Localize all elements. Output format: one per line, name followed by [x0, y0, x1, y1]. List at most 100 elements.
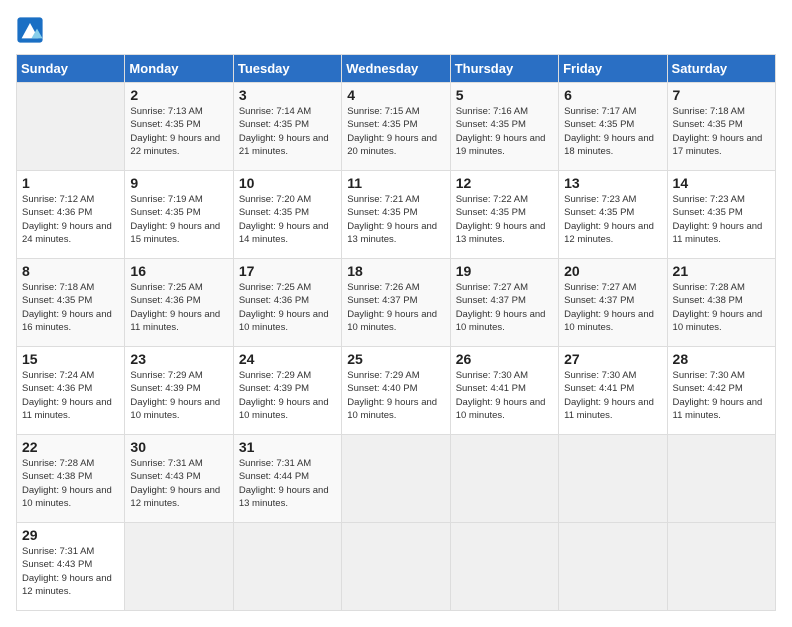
calendar-cell: 12 Sunrise: 7:22 AMSunset: 4:35 PMDayligh… — [450, 171, 558, 259]
day-number: 16 — [130, 263, 227, 279]
header-wednesday: Wednesday — [342, 55, 450, 83]
calendar-cell: 31Sunrise: 7:31 AMSunset: 4:44 PMDayligh… — [233, 435, 341, 523]
day-info: Sunrise: 7:28 AMSunset: 4:38 PMDaylight:… — [673, 281, 770, 334]
day-info: Sunrise: 7:30 AMSunset: 4:41 PMDaylight:… — [456, 369, 553, 422]
calendar-cell: 15 Sunrise: 7:24 AMSunset: 4:36 PMDayligh… — [17, 347, 125, 435]
calendar-cell: 30 Sunrise: 7:31 AMSunset: 4:43 PMDayligh… — [125, 435, 233, 523]
day-info: Sunrise: 7:12 AMSunset: 4:36 PMDaylight:… — [22, 193, 119, 246]
day-number: 26 — [456, 351, 553, 367]
calendar-cell: 18Sunrise: 7:26 AMSunset: 4:37 PMDayligh… — [342, 259, 450, 347]
day-info: Sunrise: 7:20 AMSunset: 4:35 PMDaylight:… — [239, 193, 336, 246]
day-info: Sunrise: 7:16 AMSunset: 4:35 PMDaylight:… — [456, 105, 553, 158]
calendar-cell — [667, 435, 775, 523]
calendar-cell: 5 Sunrise: 7:16 AMSunset: 4:35 PMDaylight… — [450, 83, 558, 171]
day-info: Sunrise: 7:29 AMSunset: 4:39 PMDaylight:… — [130, 369, 227, 422]
calendar-cell: 23 Sunrise: 7:29 AMSunset: 4:39 PMDayligh… — [125, 347, 233, 435]
day-info: Sunrise: 7:31 AMSunset: 4:43 PMDaylight:… — [130, 457, 227, 510]
day-info: Sunrise: 7:25 AMSunset: 4:36 PMDaylight:… — [239, 281, 336, 334]
day-info: Sunrise: 7:29 AMSunset: 4:39 PMDaylight:… — [239, 369, 336, 422]
calendar-cell — [559, 523, 667, 611]
week-row: 29 Sunrise: 7:31 AMSunset: 4:43 PMDayligh… — [17, 523, 776, 611]
day-info: Sunrise: 7:30 AMSunset: 4:41 PMDaylight:… — [564, 369, 661, 422]
calendar-cell — [342, 523, 450, 611]
calendar-cell: 7Sunrise: 7:18 AMSunset: 4:35 PMDaylight… — [667, 83, 775, 171]
day-info: Sunrise: 7:23 AMSunset: 4:35 PMDaylight:… — [673, 193, 770, 246]
day-info: Sunrise: 7:23 AMSunset: 4:35 PMDaylight:… — [564, 193, 661, 246]
day-info: Sunrise: 7:19 AMSunset: 4:35 PMDaylight:… — [130, 193, 227, 246]
day-number: 27 — [564, 351, 661, 367]
day-number: 29 — [22, 527, 119, 543]
day-number: 24 — [239, 351, 336, 367]
day-number: 30 — [130, 439, 227, 455]
day-number: 9 — [130, 175, 227, 191]
day-number: 4 — [347, 87, 444, 103]
day-number: 11 — [347, 175, 444, 191]
day-info: Sunrise: 7:31 AMSunset: 4:43 PMDaylight:… — [22, 545, 119, 598]
day-number: 28 — [673, 351, 770, 367]
day-number: 15 — [22, 351, 119, 367]
calendar-cell: 25Sunrise: 7:29 AMSunset: 4:40 PMDayligh… — [342, 347, 450, 435]
day-number: 1 — [22, 175, 119, 191]
calendar-cell: 21 Sunrise: 7:28 AMSunset: 4:38 PMDayligh… — [667, 259, 775, 347]
calendar-cell: 19Sunrise: 7:27 AMSunset: 4:37 PMDayligh… — [450, 259, 558, 347]
calendar-cell: 26 Sunrise: 7:30 AMSunset: 4:41 PMDayligh… — [450, 347, 558, 435]
day-number: 22 — [22, 439, 119, 455]
day-number: 3 — [239, 87, 336, 103]
day-number: 12 — [456, 175, 553, 191]
calendar-cell: 8 Sunrise: 7:18 AMSunset: 4:35 PMDaylight… — [17, 259, 125, 347]
calendar-cell: 11 Sunrise: 7:21 AMSunset: 4:35 PMDayligh… — [342, 171, 450, 259]
day-info: Sunrise: 7:22 AMSunset: 4:35 PMDaylight:… — [456, 193, 553, 246]
calendar-cell: 1 Sunrise: 7:12 AMSunset: 4:36 PMDaylight… — [17, 171, 125, 259]
calendar-cell: 10Sunrise: 7:20 AMSunset: 4:35 PMDayligh… — [233, 171, 341, 259]
calendar-cell: 22 Sunrise: 7:28 AMSunset: 4:38 PMDayligh… — [17, 435, 125, 523]
calendar-cell — [450, 523, 558, 611]
day-info: Sunrise: 7:21 AMSunset: 4:35 PMDaylight:… — [347, 193, 444, 246]
day-number: 5 — [456, 87, 553, 103]
calendar-cell: 17 Sunrise: 7:25 AMSunset: 4:36 PMDayligh… — [233, 259, 341, 347]
calendar-cell — [667, 523, 775, 611]
day-info: Sunrise: 7:24 AMSunset: 4:36 PMDaylight:… — [22, 369, 119, 422]
calendar-cell: 2 Sunrise: 7:13 AMSunset: 4:35 PMDaylight… — [125, 83, 233, 171]
day-info: Sunrise: 7:14 AMSunset: 4:35 PMDaylight:… — [239, 105, 336, 158]
day-number: 6 — [564, 87, 661, 103]
day-info: Sunrise: 7:17 AMSunset: 4:35 PMDaylight:… — [564, 105, 661, 158]
day-info: Sunrise: 7:28 AMSunset: 4:38 PMDaylight:… — [22, 457, 119, 510]
calendar-cell — [342, 435, 450, 523]
day-number: 20 — [564, 263, 661, 279]
week-row: 2 Sunrise: 7:13 AMSunset: 4:35 PMDaylight… — [17, 83, 776, 171]
calendar-cell: 14Sunrise: 7:23 AMSunset: 4:35 PMDayligh… — [667, 171, 775, 259]
day-info: Sunrise: 7:27 AMSunset: 4:37 PMDaylight:… — [564, 281, 661, 334]
calendar-cell — [17, 83, 125, 171]
calendar-cell: 6 Sunrise: 7:17 AMSunset: 4:35 PMDaylight… — [559, 83, 667, 171]
header-thursday: Thursday — [450, 55, 558, 83]
header-sunday: Sunday — [17, 55, 125, 83]
day-number: 17 — [239, 263, 336, 279]
logo-icon — [16, 16, 44, 44]
day-number: 21 — [673, 263, 770, 279]
calendar-cell: 28 Sunrise: 7:30 AMSunset: 4:42 PMDayligh… — [667, 347, 775, 435]
day-info: Sunrise: 7:18 AMSunset: 4:35 PMDaylight:… — [22, 281, 119, 334]
calendar-table: SundayMondayTuesdayWednesdayThursdayFrid… — [16, 54, 776, 611]
day-info: Sunrise: 7:15 AMSunset: 4:35 PMDaylight:… — [347, 105, 444, 158]
header-row: SundayMondayTuesdayWednesdayThursdayFrid… — [17, 55, 776, 83]
day-number: 8 — [22, 263, 119, 279]
calendar-cell: 27 Sunrise: 7:30 AMSunset: 4:41 PMDayligh… — [559, 347, 667, 435]
calendar-cell: 13Sunrise: 7:23 AMSunset: 4:35 PMDayligh… — [559, 171, 667, 259]
calendar-cell: 3 Sunrise: 7:14 AMSunset: 4:35 PMDaylight… — [233, 83, 341, 171]
calendar-cell: 4 Sunrise: 7:15 AMSunset: 4:35 PMDaylight… — [342, 83, 450, 171]
day-info: Sunrise: 7:31 AMSunset: 4:44 PMDaylight:… — [239, 457, 336, 510]
day-info: Sunrise: 7:13 AMSunset: 4:35 PMDaylight:… — [130, 105, 227, 158]
calendar-cell — [450, 435, 558, 523]
header-monday: Monday — [125, 55, 233, 83]
week-row: 1 Sunrise: 7:12 AMSunset: 4:36 PMDaylight… — [17, 171, 776, 259]
week-row: 22 Sunrise: 7:28 AMSunset: 4:38 PMDayligh… — [17, 435, 776, 523]
calendar-cell — [233, 523, 341, 611]
day-info: Sunrise: 7:26 AMSunset: 4:37 PMDaylight:… — [347, 281, 444, 334]
day-info: Sunrise: 7:18 AMSunset: 4:35 PMDaylight:… — [673, 105, 770, 158]
day-info: Sunrise: 7:30 AMSunset: 4:42 PMDaylight:… — [673, 369, 770, 422]
day-info: Sunrise: 7:27 AMSunset: 4:37 PMDaylight:… — [456, 281, 553, 334]
day-number: 23 — [130, 351, 227, 367]
day-number: 2 — [130, 87, 227, 103]
header-friday: Friday — [559, 55, 667, 83]
week-row: 15 Sunrise: 7:24 AMSunset: 4:36 PMDayligh… — [17, 347, 776, 435]
